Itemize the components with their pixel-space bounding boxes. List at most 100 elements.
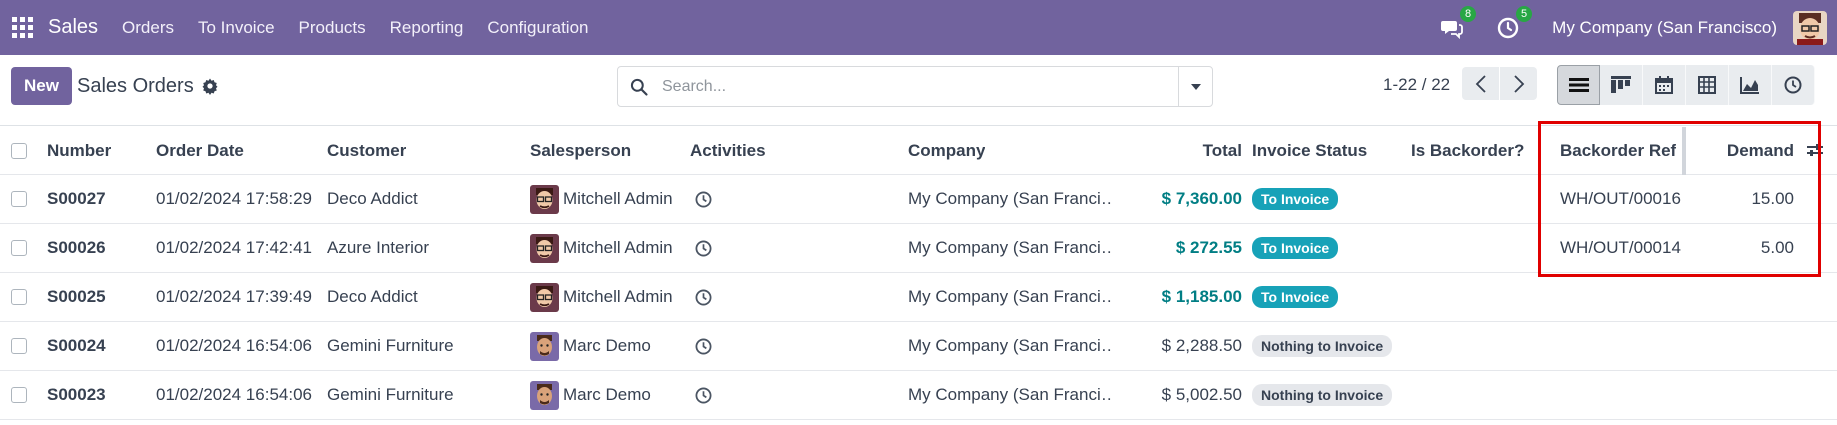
salesperson-avatar-mitchell[interactable]: [530, 282, 559, 312]
col-is-backorder[interactable]: Is Backorder?: [1411, 127, 1524, 174]
pager-next-button[interactable]: [1500, 67, 1537, 100]
optional-columns-icon[interactable]: [1806, 141, 1824, 159]
table-row[interactable]: S00025 01/02/2024 17:39:49 Deco Addict Mitc…: [0, 273, 1837, 322]
customer-name: Deco Addict: [327, 189, 418, 208]
table-row[interactable]: S00027 01/02/2024 17:58:29 Deco Addict Mitc…: [0, 175, 1837, 224]
customer-name: Deco Addict: [327, 287, 418, 306]
col-company[interactable]: Company: [908, 127, 985, 174]
list-view-button[interactable]: [1557, 65, 1600, 105]
activity-clock-icon[interactable]: [695, 224, 712, 272]
apps-menu-icon[interactable]: [12, 16, 34, 39]
customer-name: Gemini Furniture: [327, 336, 454, 355]
menu-orders[interactable]: Orders: [110, 18, 186, 38]
salesperson-avatar-mitchell[interactable]: [530, 184, 559, 214]
search-options-toggle[interactable]: [1178, 67, 1212, 106]
demand-value: [1700, 273, 1794, 321]
user-avatar[interactable]: [1793, 10, 1827, 45]
messages-badge: 8: [1460, 5, 1477, 22]
table-row[interactable]: S00026 01/02/2024 17:42:41 Azure Interior M…: [0, 224, 1837, 273]
company-name: My Company (San Franci…: [908, 189, 1113, 208]
activity-clock-icon[interactable]: [695, 175, 712, 223]
select-all-checkbox-cell[interactable]: [11, 127, 27, 174]
col-activities[interactable]: Activities: [690, 127, 766, 174]
menu-configuration[interactable]: Configuration: [475, 18, 600, 38]
activity-clock-icon[interactable]: [695, 273, 712, 321]
row-checkbox-cell[interactable]: [11, 322, 27, 370]
menu-products[interactable]: Products: [287, 18, 378, 38]
menu-reporting[interactable]: Reporting: [378, 18, 476, 38]
sales-orders-table: Number Order Date Customer Salesperson A…: [0, 127, 1837, 420]
company-name: My Company (San Franci…: [908, 287, 1113, 306]
row-checkbox-cell[interactable]: [11, 175, 27, 223]
invoice-status-cell: To Invoice: [1252, 175, 1339, 223]
salesperson-name: Mitchell Admin: [563, 287, 673, 306]
invoice-status-cell: Nothing to Invoice: [1252, 371, 1393, 419]
app-name[interactable]: Sales: [48, 16, 98, 39]
order-number: S00023: [47, 385, 106, 404]
row-checkbox-cell[interactable]: [11, 273, 27, 321]
activity-clock-icon[interactable]: [695, 371, 712, 419]
order-date: 01/02/2024 17:42:41: [156, 238, 312, 257]
invoice-status-badge: To Invoice: [1252, 237, 1339, 259]
row-checkbox-cell[interactable]: [11, 371, 27, 419]
col-customer[interactable]: Customer: [327, 127, 406, 174]
activities-clock-icon[interactable]: 5: [1496, 5, 1533, 40]
salesperson-avatar-marc[interactable]: [530, 331, 559, 361]
order-total: $ 2,288.50: [1161, 336, 1242, 355]
activity-clock-icon[interactable]: [695, 322, 712, 370]
messages-icon[interactable]: 8: [1440, 5, 1477, 40]
row-checkbox[interactable]: [11, 191, 27, 207]
order-number: S00024: [47, 336, 106, 355]
search-box[interactable]: [617, 66, 1213, 107]
kanban-view-button[interactable]: [1600, 65, 1643, 105]
search-input[interactable]: [662, 77, 1178, 96]
salesperson-avatar-marc[interactable]: [530, 380, 559, 410]
activity-view-icon: [1784, 76, 1802, 94]
pager-value[interactable]: 1-22 / 22: [1383, 75, 1450, 95]
col-salesperson[interactable]: Salesperson: [530, 127, 631, 174]
invoice-status-badge: To Invoice: [1252, 286, 1339, 308]
column-resize-handle[interactable]: [1682, 127, 1686, 175]
activity-view-button[interactable]: [1772, 65, 1815, 105]
table-row[interactable]: S00023 01/02/2024 16:54:06 Gemini Furnitur…: [0, 371, 1837, 420]
row-checkbox[interactable]: [11, 289, 27, 305]
company-name: My Company (San Franci…: [908, 385, 1113, 404]
row-checkbox-cell[interactable]: [11, 224, 27, 272]
pivot-view-button[interactable]: [1686, 65, 1729, 105]
company-switcher[interactable]: My Company (San Francisco): [1552, 18, 1777, 38]
col-demand[interactable]: Demand: [1700, 127, 1794, 174]
invoice-status-badge: Nothing to Invoice: [1252, 335, 1393, 357]
select-all-checkbox[interactable]: [11, 142, 27, 159]
col-number[interactable]: Number: [47, 127, 111, 174]
list-view-icon: [1568, 78, 1589, 92]
pager-previous-button[interactable]: [1462, 67, 1499, 100]
order-number: S00026: [47, 238, 106, 257]
order-number: S00027: [47, 189, 106, 208]
calendar-view-button[interactable]: [1643, 65, 1686, 105]
menu-to-invoice[interactable]: To Invoice: [186, 18, 287, 38]
col-total[interactable]: Total: [1170, 127, 1242, 174]
salesperson-avatar-mitchell[interactable]: [530, 233, 559, 263]
order-total: $ 1,185.00: [1161, 287, 1242, 306]
demand-value: [1700, 371, 1794, 419]
row-checkbox[interactable]: [11, 338, 27, 354]
salesperson-name: Marc Demo: [563, 385, 651, 404]
graph-view-button[interactable]: [1729, 65, 1772, 105]
search-icon: [629, 77, 649, 97]
new-button[interactable]: New: [11, 67, 72, 105]
salesperson-cell: Mitchell Admin: [530, 224, 673, 272]
demand-value: 5.00: [1760, 238, 1794, 257]
customer-name: Azure Interior: [327, 238, 430, 257]
invoice-status-cell: To Invoice: [1252, 273, 1339, 321]
row-checkbox[interactable]: [11, 240, 27, 256]
invoice-status-cell: To Invoice: [1252, 224, 1339, 272]
view-switcher: [1557, 65, 1815, 105]
salesperson-cell: Marc Demo: [530, 371, 651, 419]
gear-icon[interactable]: [201, 77, 219, 95]
col-backorder-ref[interactable]: Backorder Ref: [1560, 127, 1676, 174]
invoice-status-cell: Nothing to Invoice: [1252, 322, 1393, 370]
col-order-date[interactable]: Order Date: [156, 127, 244, 174]
row-checkbox[interactable]: [11, 387, 27, 403]
col-invoice-status[interactable]: Invoice Status: [1252, 127, 1367, 174]
table-row[interactable]: S00024 01/02/2024 16:54:06 Gemini Furnitur…: [0, 322, 1837, 371]
